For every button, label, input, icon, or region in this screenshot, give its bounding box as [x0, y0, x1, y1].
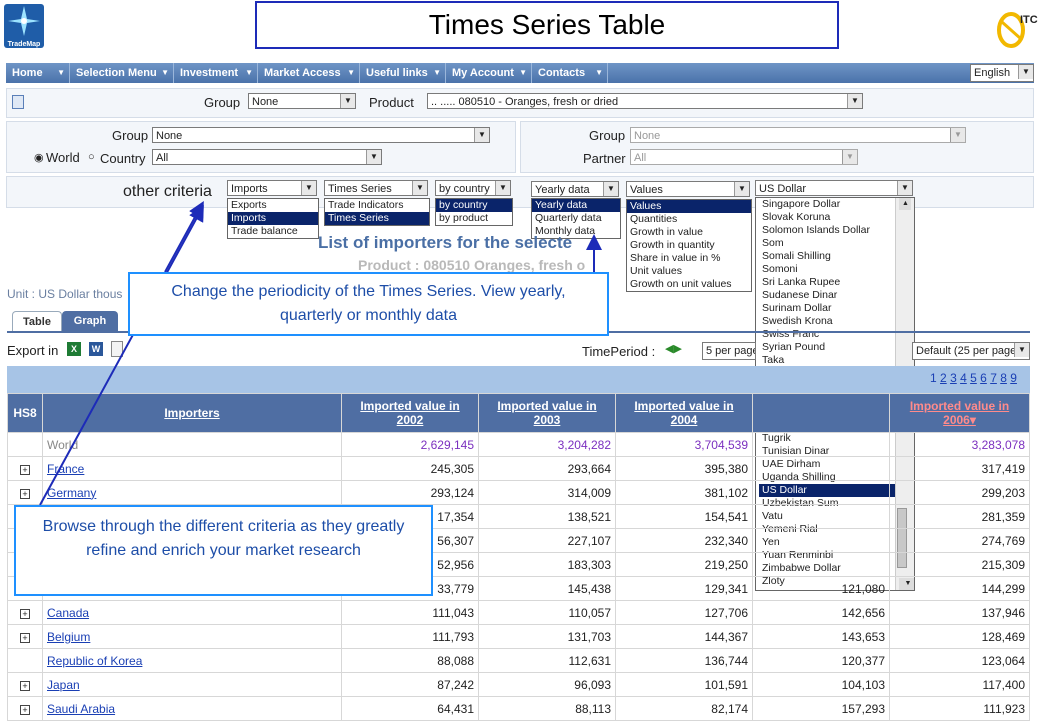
callout-periodicity: Change the periodicity of the Times Seri…	[128, 272, 609, 336]
arrow-to-flow-select	[164, 200, 204, 273]
arrow-to-criteria	[39, 204, 204, 506]
callout-browse: Browse through the different criteria as…	[14, 505, 433, 596]
callout-arrows	[39, 200, 602, 506]
